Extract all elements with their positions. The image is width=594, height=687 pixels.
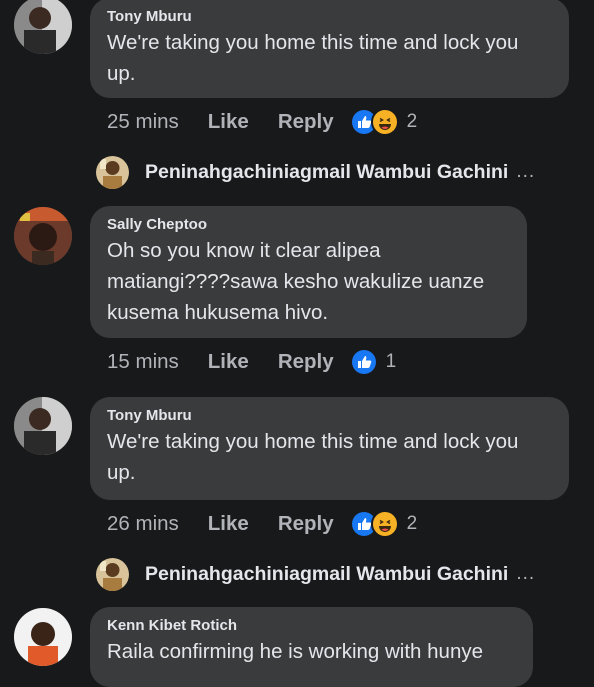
kenn-avatar-image (14, 608, 72, 666)
comment-time[interactable]: 25 mins (107, 110, 179, 134)
comment-author[interactable]: Sally Cheptoo (107, 215, 509, 235)
reply-more-ellipsis[interactable]: ... (516, 563, 535, 585)
reply-button[interactable]: Reply (278, 512, 334, 536)
reactions[interactable]: 2 (349, 108, 418, 136)
reaction-count: 2 (406, 513, 418, 534)
comment-text: We're taking you home this time and lock… (107, 31, 519, 85)
reactions[interactable]: 1 (349, 348, 397, 376)
reactions[interactable]: 2 (349, 510, 418, 538)
avatar[interactable] (14, 207, 72, 265)
haha-reaction-icon (370, 108, 399, 136)
comment-bubble: Tony Mburu We're taking you home this ti… (90, 0, 569, 98)
comment-meta: 25 mins Like Reply 2 (107, 107, 417, 137)
comment-text: We're taking you home this time and lock… (107, 430, 519, 484)
avatar[interactable] (14, 0, 72, 54)
avatar[interactable] (14, 397, 72, 455)
reply-author-name[interactable]: Peninahgachiniagmail Wambui Gachini (145, 161, 508, 184)
comment-time[interactable]: 26 mins (107, 512, 179, 536)
reply-avatar (96, 155, 129, 189)
haha-reaction-icon (370, 510, 399, 538)
reply-button[interactable]: Reply (278, 110, 334, 134)
tony-avatar-image (14, 397, 72, 455)
tony-avatar-image (14, 0, 72, 54)
like-reaction-icon (349, 348, 378, 376)
comment-author[interactable]: Tony Mburu (107, 7, 551, 27)
comment-time[interactable]: 15 mins (107, 350, 179, 374)
reply-avatar (96, 557, 129, 591)
like-button[interactable]: Like (208, 512, 249, 536)
reaction-count: 2 (406, 111, 418, 132)
comment-bubble: Tony Mburu We're taking you home this ti… (90, 397, 569, 500)
like-button[interactable]: Like (208, 110, 249, 134)
sally-avatar-image (14, 207, 72, 265)
comment-text: Raila confirming he is working with huny… (107, 640, 484, 663)
comment-author[interactable]: Tony Mburu (107, 406, 551, 426)
comment-meta: 26 mins Like Reply 2 (107, 509, 417, 539)
comment-bubble: Kenn Kibet Rotich Raila confirming he is… (90, 607, 533, 687)
comment-author[interactable]: Kenn Kibet Rotich (107, 616, 515, 636)
reply-button[interactable]: Reply (278, 350, 334, 374)
view-replies-row[interactable]: Peninahgachiniagmail Wambui Gachini ... (96, 557, 535, 591)
reply-author-name[interactable]: Peninahgachiniagmail Wambui Gachini (145, 563, 508, 586)
comment-bubble: Sally Cheptoo Oh so you know it clear al… (90, 206, 527, 338)
view-replies-row[interactable]: Peninahgachiniagmail Wambui Gachini ... (96, 155, 535, 189)
reply-more-ellipsis[interactable]: ... (516, 161, 535, 183)
comment-text: Oh so you know it clear alipea matiangi?… (107, 239, 485, 324)
comment-meta: 15 mins Like Reply 1 (107, 347, 396, 377)
like-button[interactable]: Like (208, 350, 249, 374)
avatar[interactable] (14, 608, 72, 666)
reaction-count: 1 (385, 351, 397, 372)
